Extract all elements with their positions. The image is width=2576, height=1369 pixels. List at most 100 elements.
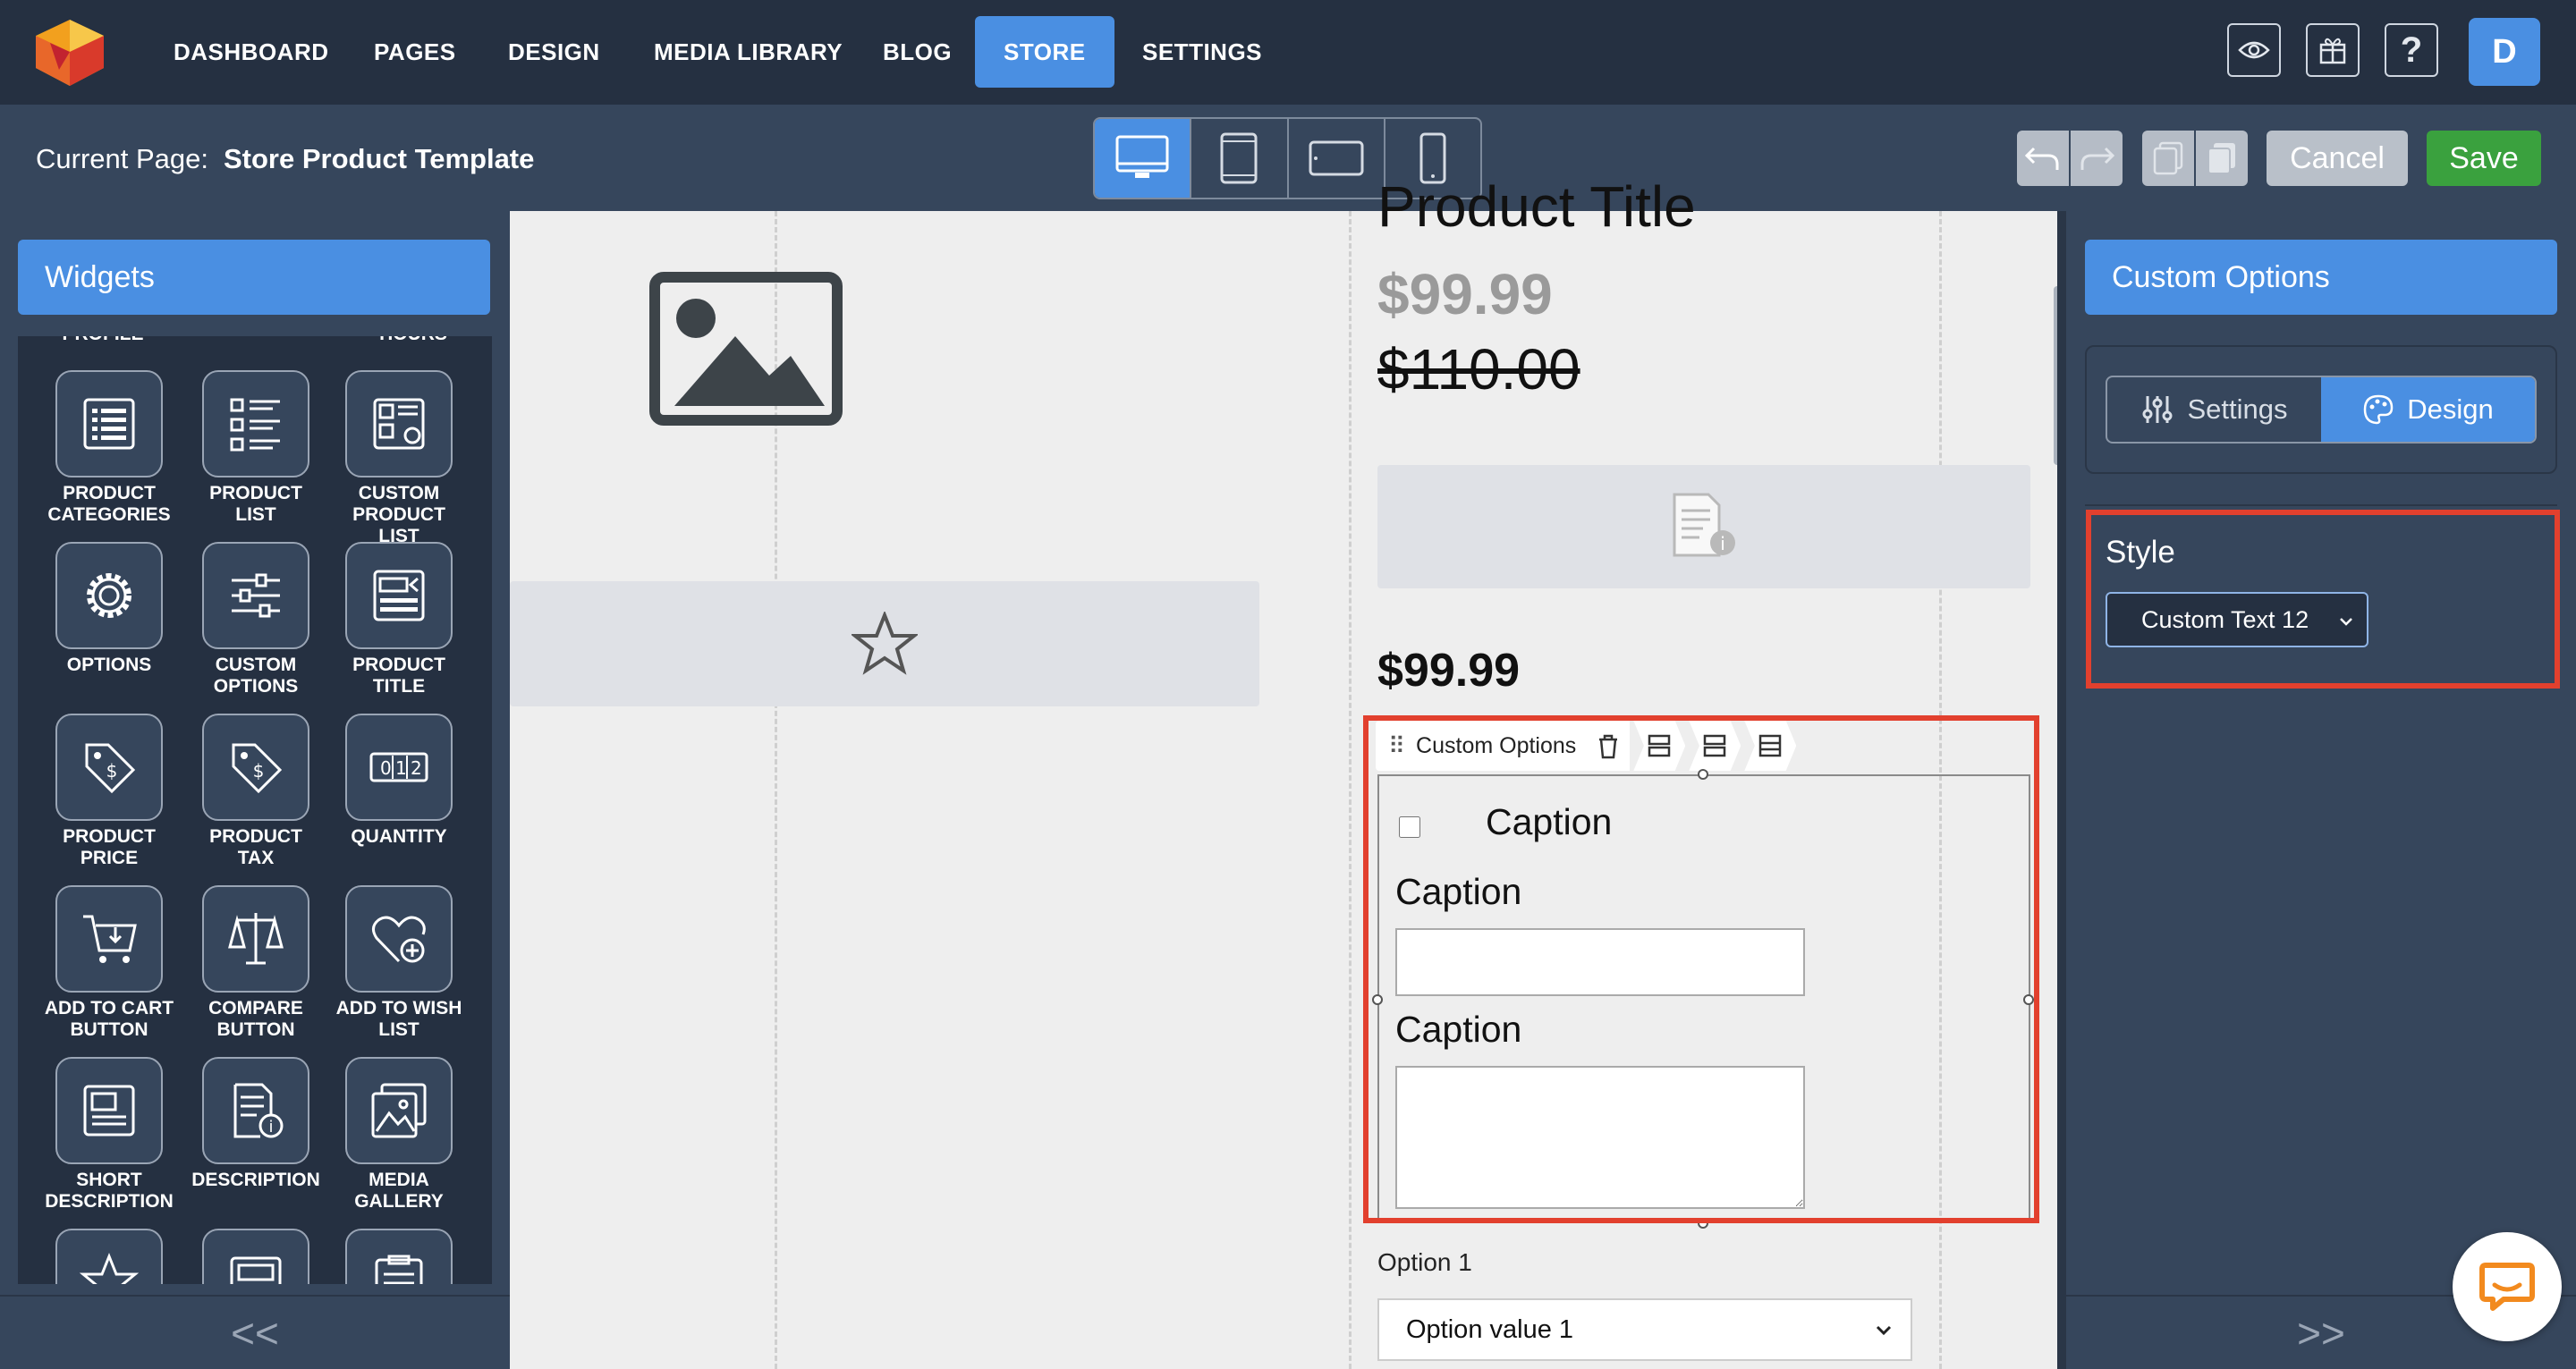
chat-button[interactable]	[2453, 1232, 2562, 1341]
chevron-down-icon	[1876, 1325, 1892, 1336]
widget-options[interactable]: OPTIONS	[42, 542, 176, 676]
redo-button[interactable]	[2071, 131, 2123, 186]
undo-icon	[2025, 147, 2059, 170]
nav-store[interactable]: STORE	[975, 16, 1114, 88]
gallery-icon	[345, 1057, 453, 1164]
panel-divider	[2057, 211, 2066, 1369]
doc-info-icon: i	[202, 1057, 309, 1164]
widget-list[interactable]: PROFILE HOURS PRODUCT CATEGORIES PRODUCT…	[18, 336, 492, 1284]
copy-button[interactable]	[2142, 131, 2194, 186]
widget-label: PRODUCT TITLE	[352, 655, 445, 697]
device-tablet-portrait-button[interactable]	[1191, 119, 1289, 198]
svg-text:$: $	[253, 760, 265, 782]
paste-button[interactable]	[2196, 131, 2248, 186]
sliders-icon	[202, 542, 309, 649]
nav-dashboard[interactable]: DASHBOARD	[174, 16, 329, 88]
grid-gear-icon	[345, 370, 453, 477]
widgets-panel-title: Widgets	[18, 240, 490, 315]
old-price[interactable]: $110.00	[1377, 336, 1580, 402]
bullet-list-icon	[202, 370, 309, 477]
widget-label: DESCRIPTION	[191, 1170, 320, 1190]
widget-label: CUSTOM PRODUCT LIST	[352, 483, 445, 546]
redo-icon	[2080, 147, 2114, 170]
widget-quantity[interactable]: 012 QUANTITY	[332, 714, 466, 848]
save-button[interactable]: Save	[2427, 131, 2541, 186]
heart-plus-icon	[345, 885, 453, 993]
desktop-icon	[1115, 135, 1169, 178]
tab-design-label: Design	[2407, 393, 2494, 425]
svg-text:i: i	[268, 1118, 273, 1137]
logo-icon[interactable]	[32, 16, 107, 88]
svg-text:2: 2	[411, 757, 422, 779]
widget-compare-button[interactable]: COMPARE BUTTON	[189, 885, 323, 1041]
copy-icon	[2153, 141, 2183, 175]
properties-panel-title: Custom Options	[2085, 240, 2557, 315]
widget-label: PRODUCT CATEGORIES	[47, 483, 171, 525]
widget-label: PRODUCT LIST	[209, 483, 302, 525]
tab-settings-label: Settings	[2187, 393, 2288, 425]
product-price[interactable]: $99.99	[1377, 644, 1520, 697]
widget-short-description[interactable]: SHORT DESCRIPTION	[42, 1057, 176, 1213]
add-gift-icon	[2319, 38, 2346, 64]
widget-partial[interactable]	[332, 1229, 466, 1284]
nav-blog[interactable]: BLOG	[883, 16, 952, 88]
widget-media-gallery[interactable]: MEDIA GALLERY	[332, 1057, 466, 1213]
widget-label-partial: HOURS	[346, 336, 480, 345]
widget-partial[interactable]	[189, 1229, 323, 1284]
cart-icon	[55, 885, 163, 993]
option-select[interactable]: Option value 1	[1377, 1298, 1912, 1361]
widget-product-categories[interactable]: PRODUCT CATEGORIES	[42, 370, 176, 526]
nav-settings[interactable]: SETTINGS	[1142, 16, 1262, 88]
short-doc-icon	[55, 1057, 163, 1164]
image-placeholder-icon[interactable]	[649, 272, 843, 426]
product-title[interactable]: Product Title	[1377, 173, 1696, 240]
widget-product-price[interactable]: $ PRODUCT PRICE	[42, 714, 176, 869]
nav-media-library[interactable]: MEDIA LIBRARY	[654, 16, 843, 88]
widget-label-partial: PROFILE	[36, 336, 170, 345]
star-icon	[852, 612, 918, 675]
widget-product-list[interactable]: PRODUCT LIST	[189, 370, 323, 526]
widget-add-to-wish-list[interactable]: ADD TO WISH LIST	[332, 885, 466, 1041]
title-icon	[345, 542, 453, 649]
widget-label: ADD TO CART BUTTON	[44, 998, 174, 1040]
widget-label: QUANTITY	[351, 826, 447, 847]
widget-label: MEDIA GALLERY	[354, 1170, 444, 1212]
sale-price[interactable]: $99.99	[1377, 261, 1553, 327]
gear-icon	[55, 542, 163, 649]
star-icon	[55, 1229, 163, 1284]
highlight-box	[2086, 510, 2560, 689]
preview-button[interactable]	[2227, 23, 2281, 77]
tablet-portrait-icon	[1220, 132, 1258, 184]
rating-placeholder[interactable]	[510, 581, 1259, 706]
collapse-left-panel-button[interactable]: <<	[0, 1295, 510, 1369]
widget-custom-product-list[interactable]: CUSTOM PRODUCT LIST	[332, 370, 466, 547]
widget-product-title[interactable]: PRODUCT TITLE	[332, 542, 466, 697]
widget-label: CUSTOM OPTIONS	[213, 655, 299, 697]
description-placeholder[interactable]: i	[1377, 465, 2030, 588]
widget-custom-options[interactable]: CUSTOM OPTIONS	[189, 542, 323, 697]
widget-add-to-cart-button[interactable]: ADD TO CART BUTTON	[42, 885, 176, 1041]
help-button[interactable]: ?	[2385, 23, 2438, 77]
undo-button[interactable]	[2017, 131, 2069, 186]
tab-design[interactable]: Design	[2321, 377, 2535, 442]
widget-product-tax[interactable]: $ PRODUCT TAX	[189, 714, 323, 869]
widget-partial[interactable]	[42, 1229, 176, 1284]
cancel-button[interactable]: Cancel	[2267, 131, 2408, 186]
device-tablet-landscape-button[interactable]	[1289, 119, 1385, 198]
scale-icon	[202, 885, 309, 993]
nav-design[interactable]: DESIGN	[508, 16, 600, 88]
option-label: Option 1	[1377, 1248, 1472, 1276]
tablet-landscape-icon	[1309, 140, 1364, 176]
user-avatar[interactable]: D	[2469, 18, 2540, 86]
article-icon	[202, 1229, 309, 1284]
add-gift-button[interactable]	[2306, 23, 2360, 77]
tab-settings[interactable]: Settings	[2107, 377, 2321, 442]
device-desktop-button[interactable]	[1095, 119, 1192, 198]
svg-text:0: 0	[380, 757, 392, 779]
column-guide	[1349, 211, 1352, 1369]
widget-description[interactable]: i DESCRIPTION	[189, 1057, 323, 1191]
list-icon	[55, 370, 163, 477]
doc-info-icon: i	[1673, 493, 1735, 557]
svg-text:i: i	[1720, 533, 1725, 554]
nav-pages[interactable]: PAGES	[374, 16, 456, 88]
